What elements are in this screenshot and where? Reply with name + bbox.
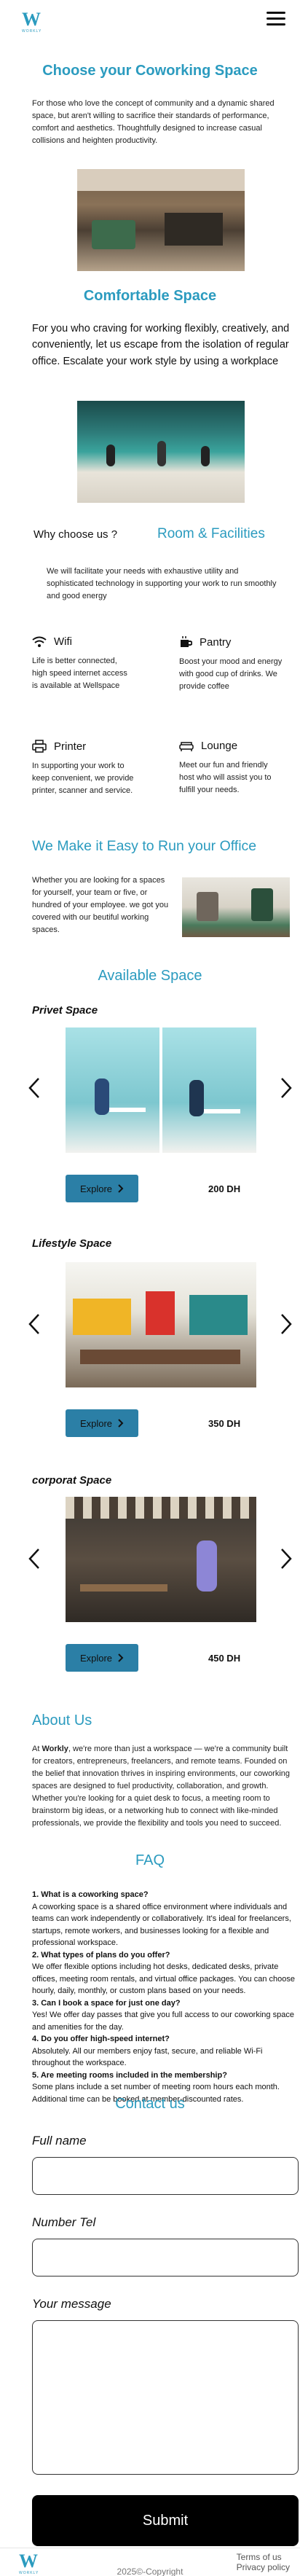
explore-button[interactable]: Explore: [66, 1175, 138, 1202]
feature-text: Boost your mood and energy with good cup…: [179, 657, 283, 692]
feature-title: Lounge: [201, 740, 238, 752]
spaces-title: Available Space: [98, 968, 202, 984]
full-name-input[interactable]: [32, 2157, 299, 2195]
phone-label: Number Tel: [32, 2215, 96, 2229]
feature-wifi: Wifi Life is better connected, high spee…: [32, 635, 163, 692]
wifi-icon: [32, 636, 47, 647]
about-intro: At: [32, 1745, 42, 1753]
explore-label: Explore: [79, 1183, 113, 1194]
faq-question: 4. Do you offer high-speed internet?: [32, 2035, 170, 2043]
faq-answer: We offer flexible options including hot …: [32, 1962, 295, 1995]
coworking-photo: [77, 169, 245, 271]
about-p2: Whether you're looking for a quiet desk …: [32, 1794, 282, 1828]
why-title: Room & Facilities: [157, 526, 265, 541]
feature-text: In supporting your work to keep convenie…: [32, 762, 134, 796]
feature-title: Pantry: [200, 635, 232, 649]
hamburger-menu-icon[interactable]: [267, 12, 285, 26]
phone-input[interactable]: [32, 2239, 299, 2276]
section-text: For you who craving for working flexibly…: [32, 323, 290, 367]
team-photo: [182, 877, 290, 937]
about-p1: , we're more than just a workspace — we'…: [32, 1745, 291, 1791]
feature-pantry: Pantry Boost your mood and energy with g…: [179, 635, 296, 693]
why-text: We will facilitate your needs with exhau…: [47, 567, 277, 601]
explore-label: Explore: [79, 1652, 113, 1664]
office-photo: [77, 401, 245, 503]
chevron-right-icon: [118, 1184, 124, 1193]
about-title: About Us: [32, 1712, 92, 1729]
contact-title: Contact us: [115, 2096, 185, 2112]
easy-text: Whether you are looking for a spaces for…: [32, 876, 169, 935]
why-question: Why choose us ?: [33, 528, 118, 541]
carousel-next-icon[interactable]: [280, 1077, 293, 1099]
easy-title: We Make it Easy to Run your Office: [32, 838, 257, 854]
feature-printer: Printer In supporting your work to keep …: [32, 740, 163, 797]
space-title: Lifestyle Space: [32, 1237, 112, 1250]
space-title: Privet Space: [32, 1004, 98, 1017]
about-brand: Workly: [42, 1745, 68, 1753]
explore-button[interactable]: Explore: [66, 1409, 138, 1437]
submit-button[interactable]: Submit: [32, 2495, 299, 2546]
terms-link[interactable]: Terms of us: [237, 2552, 290, 2562]
space-price: 450 DH: [208, 1653, 241, 1664]
faq-question: 2. What types of plans do you offer?: [32, 1950, 170, 1960]
faq-question: 1. What is a coworking space?: [32, 1890, 149, 1899]
space-price: 350 DH: [208, 1418, 241, 1429]
faq-title: FAQ: [135, 1852, 165, 1868]
feature-title: Printer: [54, 740, 87, 753]
section-text: For those who love the concept of commun…: [32, 99, 275, 146]
coffee-icon: [181, 636, 192, 647]
private-space-photo: [66, 1027, 256, 1153]
faq-question: 3. Can I book a space for just one day?: [32, 1998, 181, 2008]
corporate-space-photo: [66, 1497, 256, 1622]
message-label: Your message: [32, 2297, 111, 2311]
printer-icon: [32, 740, 47, 753]
faq-answer: Yes! We offer day passes that give you f…: [32, 2011, 294, 2032]
lifestyle-space-photo: [66, 1262, 256, 1387]
section-title: Choose your Coworking Space: [42, 63, 258, 79]
explore-label: Explore: [79, 1417, 113, 1429]
full-name-label: Full name: [32, 2134, 87, 2148]
faq-answer: A coworking space is a shared office env…: [32, 1902, 291, 1948]
message-textarea[interactable]: [32, 2320, 299, 2475]
faq-list: 1. What is a coworking space? A coworkin…: [32, 1889, 296, 2105]
feature-title: Wifi: [54, 635, 72, 648]
feature-text: Life is better connected, high speed int…: [32, 657, 127, 691]
carousel-prev-icon[interactable]: [28, 1313, 41, 1335]
carousel-next-icon[interactable]: [280, 1313, 293, 1335]
chevron-right-icon: [118, 1653, 124, 1662]
couch-icon: [179, 741, 194, 751]
feature-text: Meet our fun and friendly host who will …: [179, 761, 272, 795]
logo-letter: W: [22, 9, 41, 30]
explore-button[interactable]: Explore: [66, 1644, 138, 1672]
carousel-next-icon[interactable]: [280, 1548, 293, 1570]
copyright: 2025©-Copyright: [117, 2567, 183, 2576]
feature-lounge: Lounge Meet our fun and friendly host wh…: [179, 740, 296, 796]
faq-question: 5. Are meeting rooms included in the mem…: [32, 2070, 227, 2080]
carousel-prev-icon[interactable]: [28, 1077, 41, 1099]
logo[interactable]: W WORKLY: [22, 10, 51, 36]
about-text: At Workly, we're more than just a worksp…: [32, 1743, 296, 1830]
faq-answer: Absolutely. All our members enjoy fast, …: [32, 2046, 263, 2068]
space-price: 200 DH: [208, 1183, 241, 1194]
section-title: Comfortable Space: [83, 288, 217, 304]
carousel-prev-icon[interactable]: [28, 1548, 41, 1570]
space-title: corporat Space: [32, 1474, 112, 1487]
logo-subtitle: WORKLY: [22, 29, 42, 34]
chevron-right-icon: [118, 1419, 124, 1428]
